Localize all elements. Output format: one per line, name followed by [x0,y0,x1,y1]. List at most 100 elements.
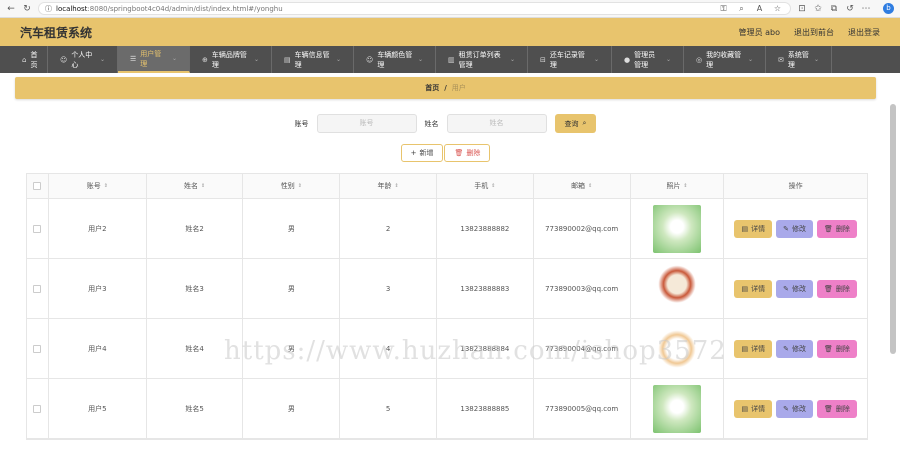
add-button[interactable]: + 新增 [400,144,444,162]
app-title: 汽车租赁系统 [20,25,93,40]
menu-users[interactable]: ☰ 用户管理 ⌄ [118,46,190,73]
menu-home[interactable]: ⌂ 首页 [10,46,48,73]
menu-orders[interactable]: ▥ 租赁订单列表管理 ⌄ [436,46,528,73]
menu-label: 车辆颜色管理 [377,50,413,69]
front-link[interactable]: 退出到前台 [794,27,834,38]
page-scrollbar[interactable] [890,104,896,354]
back-icon[interactable]: ← [6,4,16,14]
header-label: 账号 [86,182,101,190]
zoom-icon[interactable]: ⌕ [737,4,746,13]
collections-icon[interactable]: ⧉ [829,4,839,14]
header-phone[interactable]: 手机 ⇕ [437,174,534,198]
cell-name: 姓名3 [147,259,244,318]
reload-icon[interactable]: ↻ [22,4,32,14]
header-label: 年龄 [377,182,392,190]
header-checkbox-cell [27,174,49,198]
delete-button[interactable]: 🗑 删除 [816,339,857,358]
menu-label: 个人中心 [71,50,93,69]
menu-returns[interactable]: ⊟ 还车记录管理 ⌄ [528,46,612,73]
edit-icon: ✎ [783,284,789,293]
delete-button[interactable]: 🗑 删除 [816,399,857,418]
sort-icon: ⇕ [201,183,206,189]
user-photo[interactable] [652,204,701,253]
delete-button[interactable]: 🗑 删除 [816,219,857,238]
select-all-checkbox[interactable] [33,182,42,190]
cell-actions: ▤ 详情 ✎ 修改 🗑 删除 [724,319,867,378]
breadcrumb-home[interactable]: 首页 [425,83,439,93]
menu-label: 管理员管理 [634,50,656,69]
delete-label: 删除 [466,149,481,157]
menu-system[interactable]: ✉ 系统管理 ⌄ [766,46,832,73]
cell-age: 3 [340,259,438,318]
table-icon: ▥ [448,55,455,64]
row-checkbox-cell [27,379,49,438]
logout-link[interactable]: 退出登录 [848,27,880,38]
sort-icon: ⇕ [103,183,108,189]
detail-button[interactable]: ▤ 详情 [734,219,773,238]
menu-label: 租赁订单列表管理 [458,50,501,69]
home-icon: ⌂ [22,55,27,64]
detail-button[interactable]: ▤ 详情 [734,279,773,298]
address-bar[interactable]: ⓘ localhost:8080/springboot4c04d/admin/d… [38,2,791,15]
cell-account: 用户2 [49,199,147,258]
menu-car-color[interactable]: ☺ 车辆颜色管理 ⌄ [354,46,436,73]
account-input[interactable]: 账号 [316,114,417,133]
more-icon[interactable]: ⋯ [861,4,871,14]
header-gender[interactable]: 性别 ⇕ [243,174,341,198]
menu-admins[interactable]: ● 管理员管理 ⌄ [612,46,684,73]
menu-car-info[interactable]: ▤ 车辆信息管理 ⌄ [272,46,354,73]
trash-icon: 🗑 [823,404,833,413]
reader-icon[interactable]: A [755,4,764,13]
trash-icon: 🗑 [823,284,833,293]
action-bar: + 新增 🗑 删除 [15,144,876,162]
header-name[interactable]: 姓名 ⇕ [147,174,244,198]
detail-label: 详情 [751,344,766,353]
header-actions: 操作 [724,174,867,198]
header-photo[interactable]: 照片 ⇕ [631,174,725,198]
add-label: 新增 [419,149,434,157]
edit-icon: ✎ [783,224,789,233]
split-icon[interactable]: ⊡ [797,4,807,14]
edit-button[interactable]: ✎ 修改 [776,339,813,358]
row-checkbox[interactable] [33,404,42,413]
key-icon[interactable]: ⚿ [719,4,728,13]
menu-profile[interactable]: ☺ 个人中心 ⌄ [48,46,118,73]
edit-button[interactable]: ✎ 修改 [776,279,813,298]
edit-label: 修改 [791,344,806,353]
menu-favorites[interactable]: ◎ 我的收藏管理 ⌄ [684,46,766,73]
menu-car-brand[interactable]: ⊕ 车辆品牌管理 ⌄ [190,46,272,73]
star-icon[interactable]: ☆ [773,4,782,13]
menu-label: 用户管理 [140,49,162,68]
header-email[interactable]: 邮箱 ⇕ [534,174,631,198]
cell-photo [631,379,725,438]
cell-actions: ▤ 详情 ✎ 修改 🗑 删除 [724,259,867,318]
edit-button[interactable]: ✎ 修改 [776,219,813,238]
detail-button[interactable]: ▤ 详情 [734,399,773,418]
delete-button[interactable]: 🗑 删除 [816,279,857,298]
user-photo[interactable] [652,384,701,433]
header-account[interactable]: 账号 ⇕ [49,174,147,198]
row-checkbox[interactable] [33,284,42,293]
chevron-down-icon: ⌄ [509,56,515,63]
detail-button[interactable]: ▤ 详情 [734,339,773,358]
query-button[interactable]: 查询 ⌕ [554,114,597,133]
user-photo[interactable] [652,264,701,313]
favorites-icon[interactable]: ✩ [813,4,823,14]
main-menu: ⌂ 首页 ☺ 个人中心 ⌄ ☰ 用户管理 ⌄ ⊕ 车辆品牌管理 ⌄ ▤ 车辆信息管理 ⌄ ☺ 车辆颜… [0,46,900,73]
name-input[interactable]: 姓名 [446,114,547,133]
cell-gender: 男 [243,259,341,318]
row-checkbox[interactable] [33,224,42,233]
header-label: 操作 [788,182,803,190]
cell-email: 773890002@qq.com [534,199,631,258]
chevron-down-icon: ⌄ [99,56,105,63]
history-icon[interactable]: ↺ [845,4,855,14]
batch-delete-button[interactable]: 🗑 删除 [444,144,491,162]
cell-email: 773890005@qq.com [534,379,631,438]
row-checkbox-cell [27,199,49,258]
cell-account: 用户5 [49,379,147,438]
extension-icon[interactable]: b [883,3,894,14]
header-age[interactable]: 年龄 ⇕ [340,174,438,198]
detail-label: 详情 [751,404,766,413]
edit-button[interactable]: ✎ 修改 [776,399,813,418]
row-checkbox[interactable] [33,344,42,353]
